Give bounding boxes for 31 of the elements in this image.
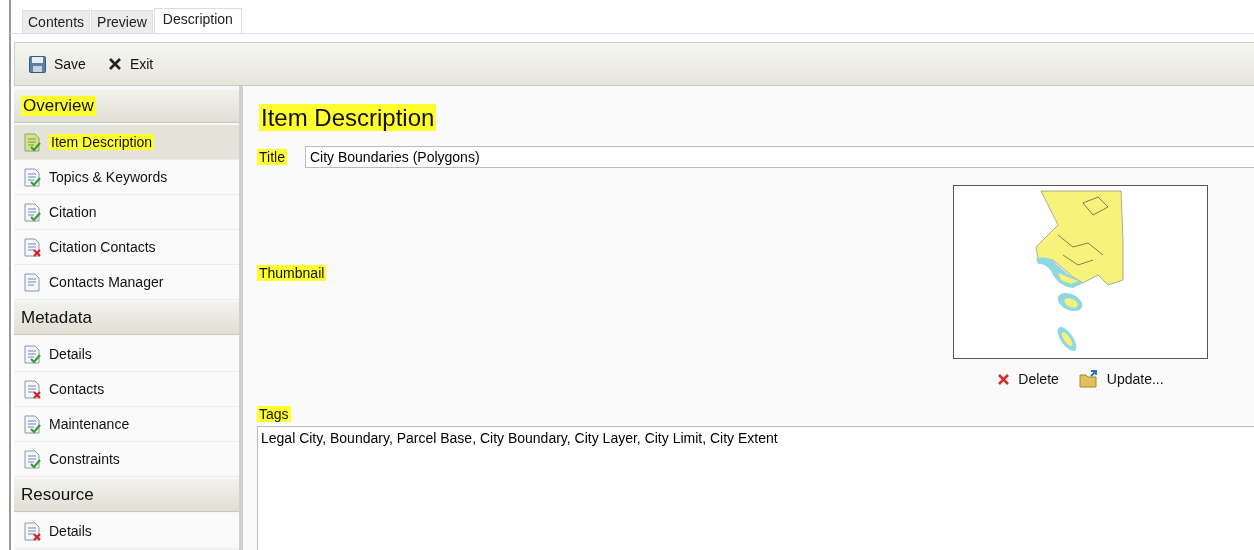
document-check-icon <box>24 344 41 364</box>
document-check-icon <box>24 414 41 434</box>
close-icon <box>107 57 122 71</box>
title-field[interactable]: City Boundaries (Polygons) <box>304 146 1254 168</box>
sidebar-item[interactable]: Item Description <box>14 125 239 160</box>
document-error-icon <box>24 521 41 541</box>
folder-icon <box>1078 370 1099 388</box>
document-icon <box>24 272 41 292</box>
section-header[interactable]: Metadata <box>14 302 239 335</box>
document-check-icon <box>24 449 41 469</box>
delete-icon <box>997 372 1011 386</box>
field-label: Thumbnail <box>257 264 327 281</box>
document-error-icon <box>24 379 41 399</box>
tab[interactable]: Contents <box>22 10 91 33</box>
page-heading: Item Description <box>259 104 438 132</box>
document-check-icon <box>24 202 41 222</box>
tab[interactable]: Description <box>153 8 242 33</box>
tags-field[interactable]: Legal City, Boundary, Parcel Base, City Boundary, City Layer, City Limit, City Extent <box>257 426 1254 550</box>
section-header[interactable]: Resource <box>14 479 239 512</box>
tab[interactable]: Preview <box>91 10 153 33</box>
field-label: Title <box>257 149 287 165</box>
update-button[interactable]: Update... <box>1074 368 1168 390</box>
save-button[interactable]: Save <box>25 53 90 75</box>
document-check-icon <box>24 167 41 187</box>
delete-button[interactable]: Delete <box>993 368 1063 390</box>
section-header[interactable]: Overview <box>14 90 239 123</box>
save-icon <box>29 55 46 73</box>
field-label: Tags <box>257 406 292 422</box>
document-error-icon <box>24 237 41 257</box>
document-check-icon <box>24 132 41 152</box>
exit-button[interactable]: Exit <box>103 54 158 74</box>
